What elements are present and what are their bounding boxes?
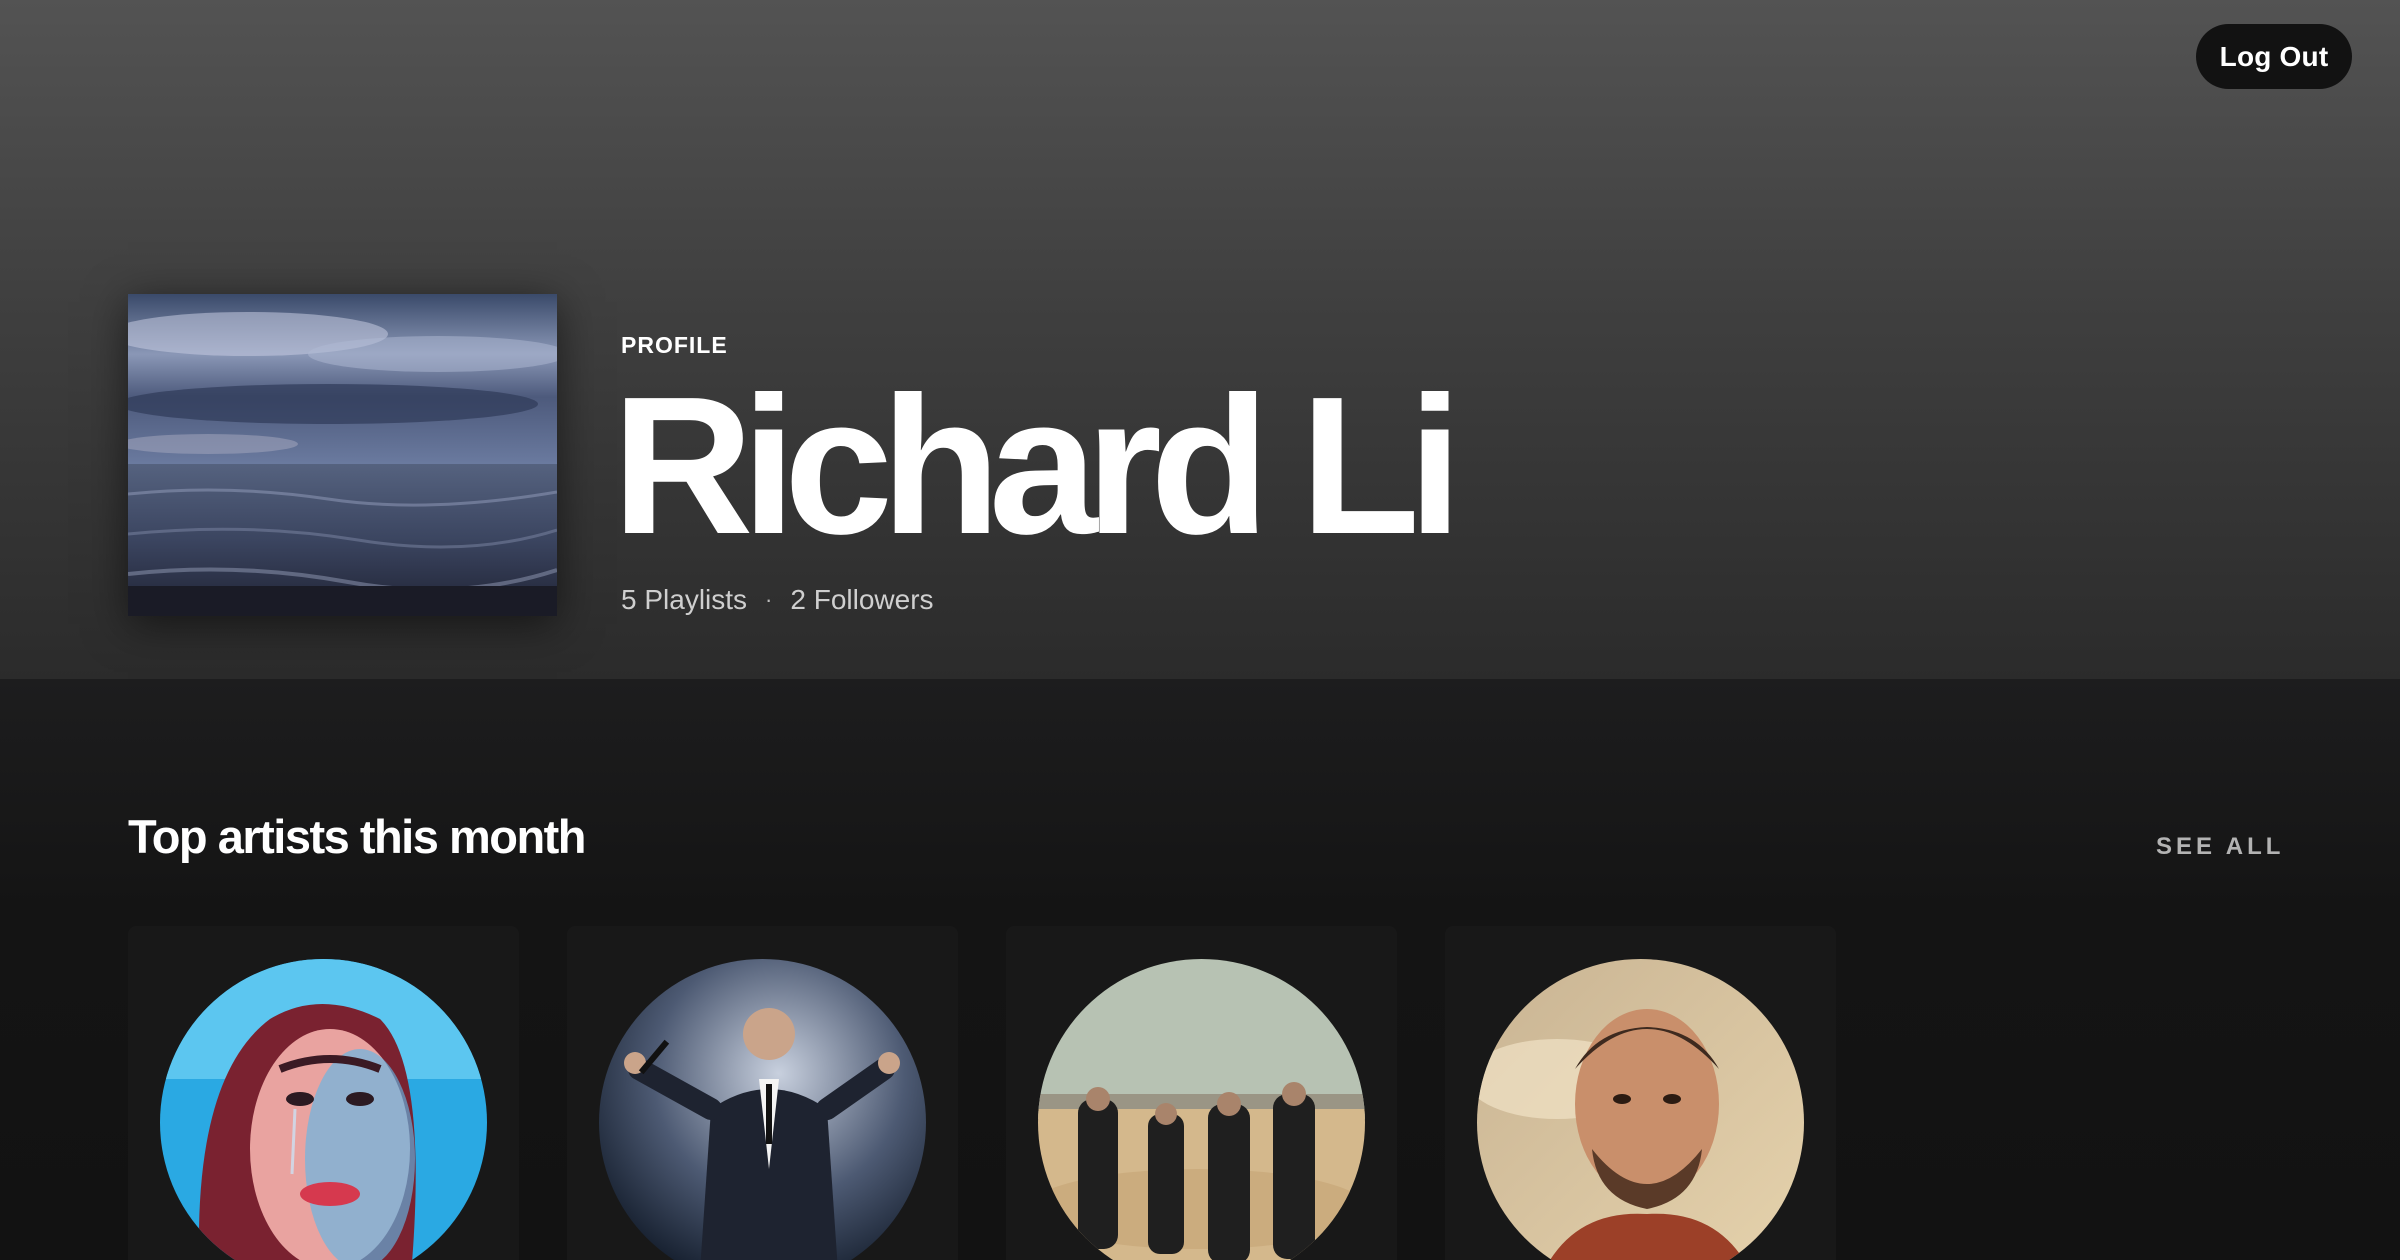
profile-page: Log Out PROFILE Richard Li 5 Playlists ·…	[0, 0, 2400, 1260]
profile-type-label: PROFILE	[621, 332, 728, 358]
seascape-image	[128, 294, 557, 616]
artist-card[interactable]	[567, 926, 958, 1260]
separator-dot: ·	[765, 587, 773, 612]
artist-card[interactable]	[1445, 926, 1836, 1260]
profile-name: Richard Li	[612, 356, 1462, 575]
followers-count[interactable]: 2 Followers	[790, 584, 933, 616]
profile-header: Log Out PROFILE Richard Li 5 Playlists ·…	[0, 0, 2400, 679]
top-artists-section: Top artists this month SEE ALL	[0, 679, 2400, 1260]
log-out-button[interactable]: Log Out	[2196, 24, 2352, 89]
artist-card[interactable]	[128, 926, 519, 1260]
profile-stats: 5 Playlists · 2 Followers	[621, 584, 934, 616]
section-title[interactable]: Top artists this month	[128, 809, 587, 864]
artist-image	[160, 959, 487, 1260]
artist-image	[1477, 959, 1804, 1260]
artist-image	[1038, 959, 1365, 1260]
profile-image[interactable]	[128, 294, 557, 616]
artist-image	[599, 959, 926, 1260]
artist-card[interactable]	[1006, 926, 1397, 1260]
see-all-link[interactable]: SEE ALL	[2156, 833, 2284, 861]
playlists-count[interactable]: 5 Playlists	[621, 584, 747, 616]
